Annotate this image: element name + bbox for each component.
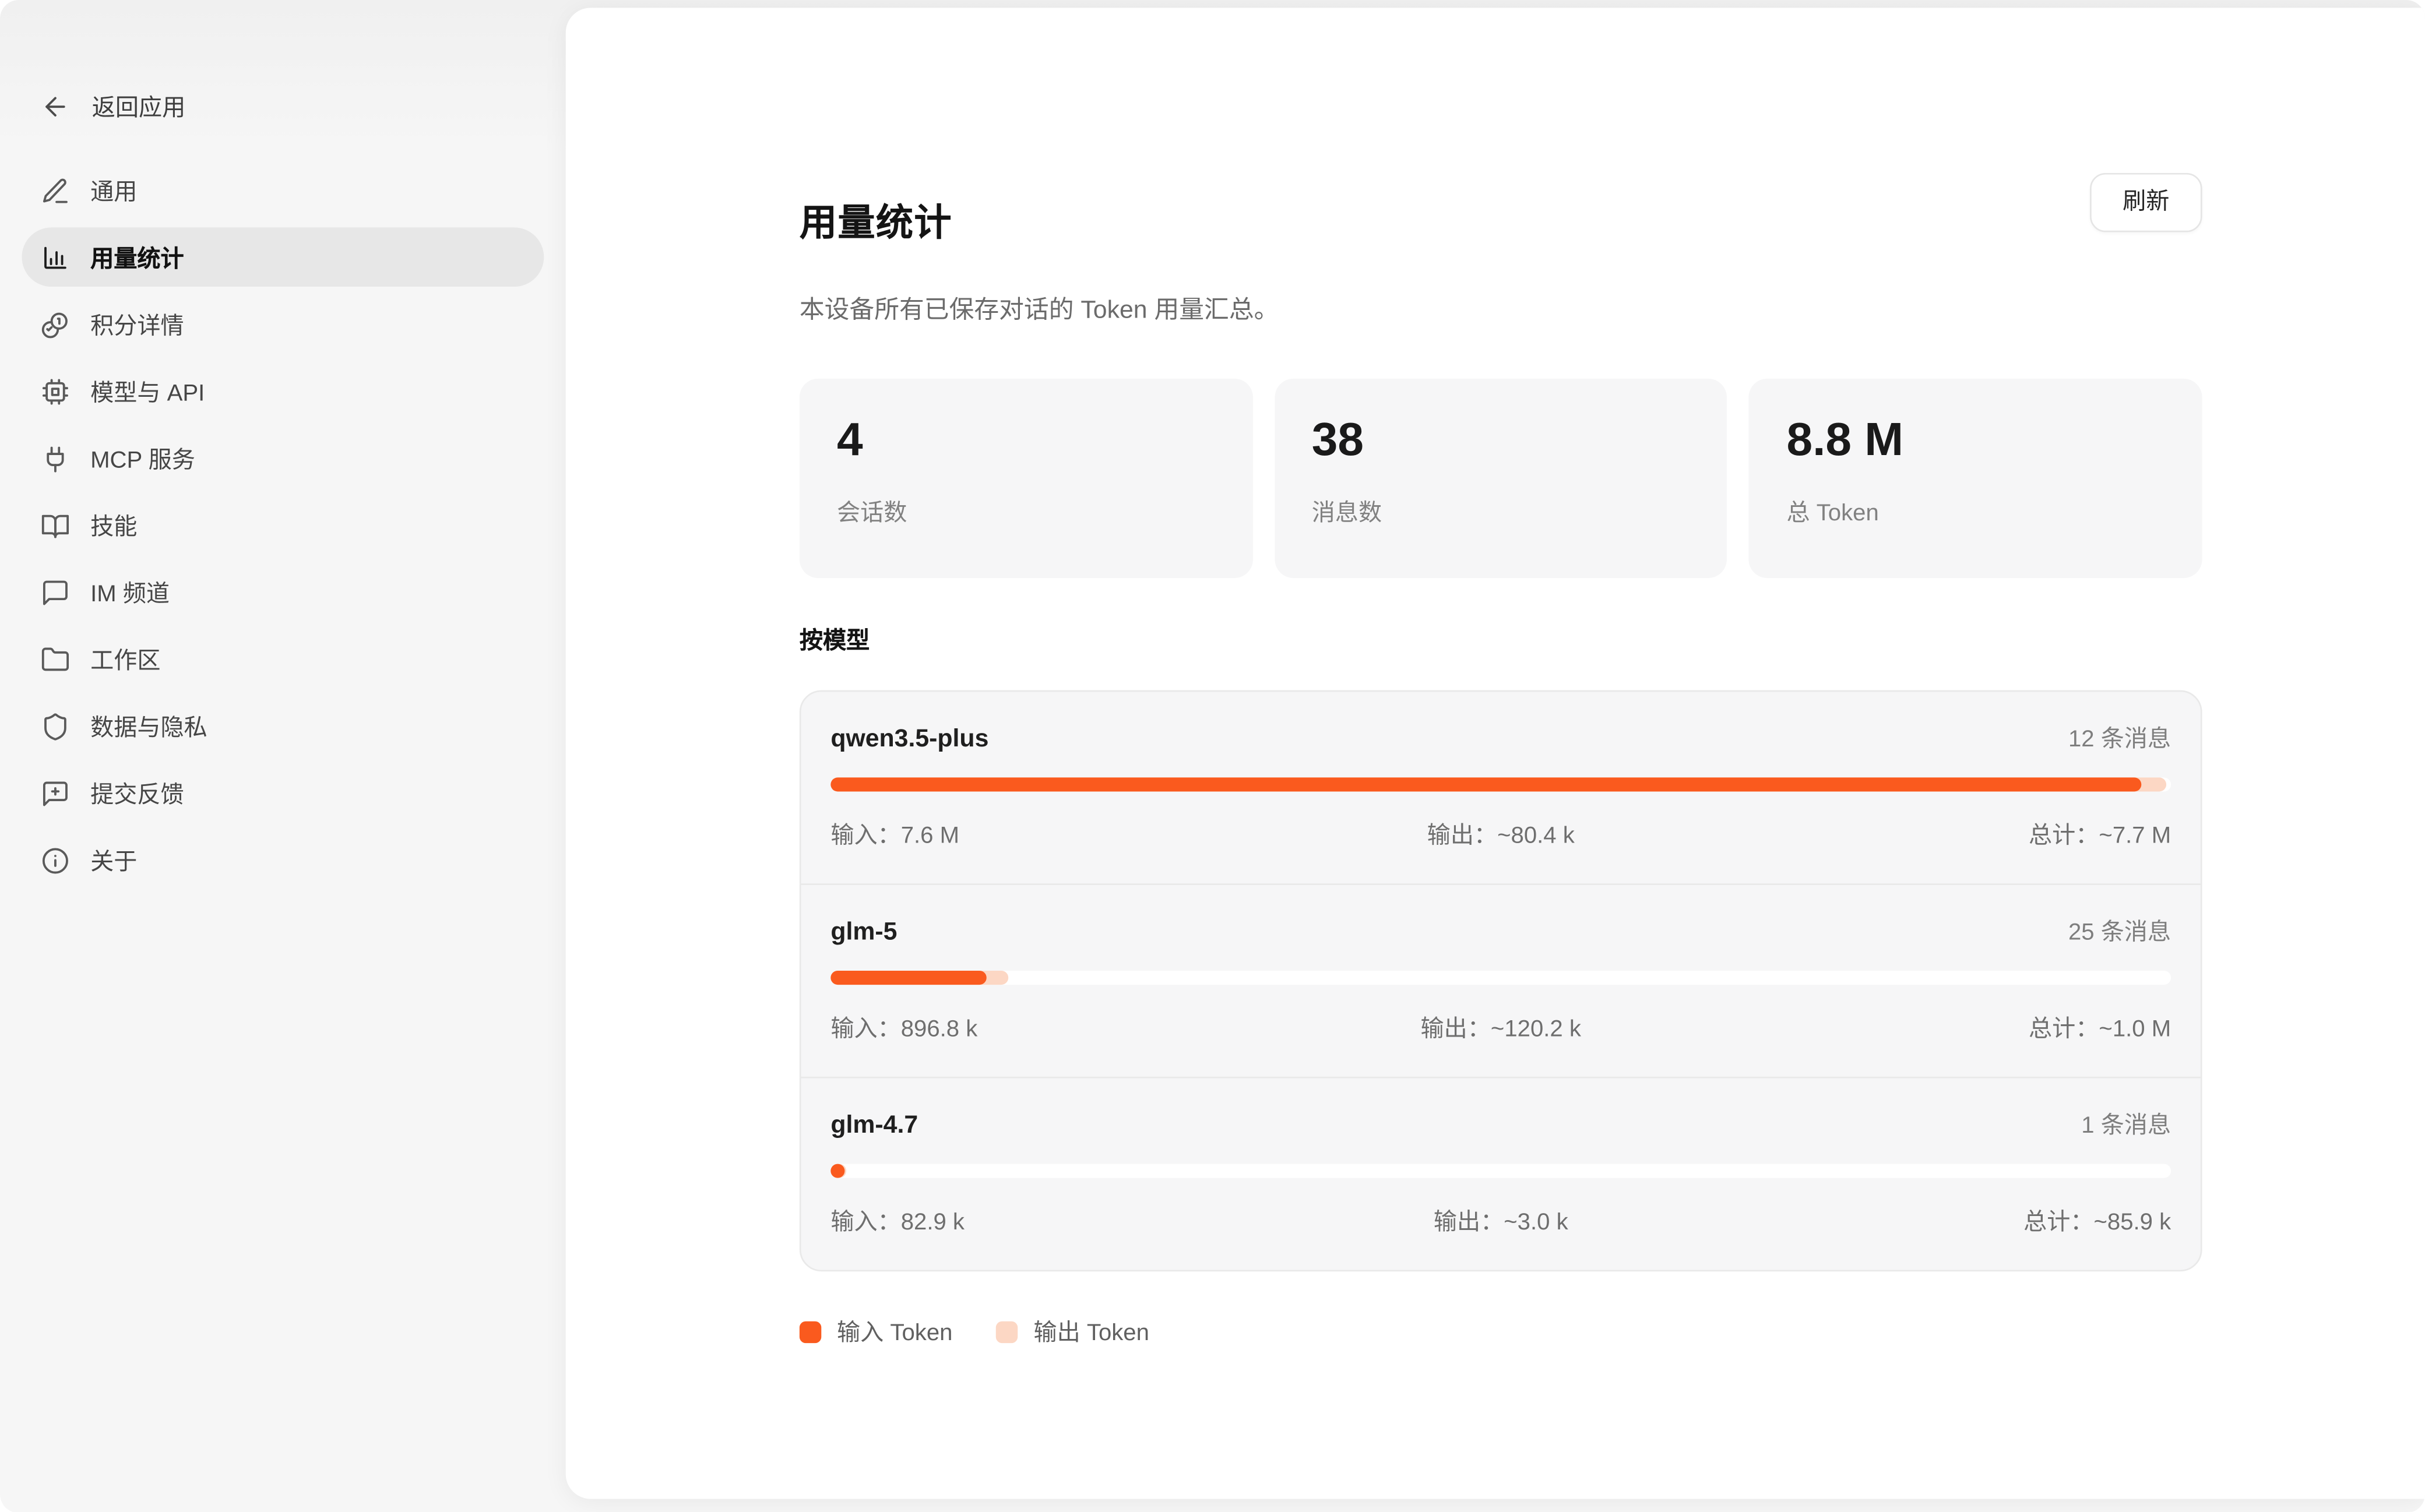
message-icon [41, 577, 71, 607]
by-model-section-label: 按模型 [800, 623, 2202, 656]
usage-content: 用量统计 刷新 本设备所有已保存对话的 Token 用量汇总。 4 会话数 38… [800, 8, 2202, 1348]
sidebar-item-label: 关于 [90, 844, 137, 876]
token-usage-bar [830, 778, 2171, 792]
legend-swatch [800, 1321, 821, 1342]
total-stat: 总计：~1.0 M [1724, 1011, 2171, 1044]
sidebar-item-mcp[interactable]: MCP 服务 [22, 428, 544, 488]
sidebar-item-privacy[interactable]: 数据与隐私 [22, 696, 544, 756]
model-message-count: 25 条消息 [2068, 915, 2171, 947]
stat-card: 38 消息数 [1275, 379, 1727, 578]
model-row: qwen3.5-plus 12 条消息 输入：7.6 M 输出：~80.4 k … [801, 692, 2201, 884]
output-stat: 输出：~120.2 k [1277, 1011, 1724, 1044]
model-name: qwen3.5-plus [830, 727, 988, 755]
book-open-icon [41, 510, 71, 540]
sidebar: 返回应用 通用 用量统计 积分详情 模型与 API MCP 服务 技能 IM 频… [0, 0, 566, 1512]
coins-icon [41, 309, 71, 339]
feedback-icon [41, 778, 71, 808]
sidebar-nav: 通用 用量统计 积分详情 模型与 API MCP 服务 技能 IM 频道 工作区… [22, 160, 544, 890]
refresh-button[interactable]: 刷新 [2090, 173, 2202, 232]
stat-card: 4 会话数 [800, 379, 1252, 578]
sidebar-item-models[interactable]: 模型与 API [22, 361, 544, 421]
legend-label: 输入 Token [837, 1315, 952, 1348]
output-stat: 输出：~80.4 k [1277, 818, 1724, 851]
legend-item: 输出 Token [996, 1315, 1149, 1348]
stat-label: 消息数 [1312, 496, 1690, 528]
token-usage-bar [830, 971, 2171, 985]
model-message-count: 1 条消息 [2081, 1108, 2171, 1141]
total-stat: 总计：~85.9 k [1724, 1205, 2171, 1238]
output-stat: 输出：~3.0 k [1277, 1205, 1724, 1238]
sidebar-item-skills[interactable]: 技能 [22, 495, 544, 555]
model-usage-card: qwen3.5-plus 12 条消息 输入：7.6 M 输出：~80.4 k … [800, 690, 2202, 1271]
arrow-left-icon [41, 92, 71, 122]
settings-window: 返回应用 通用 用量统计 积分详情 模型与 API MCP 服务 技能 IM 频… [0, 0, 2425, 1512]
sidebar-item-label: 用量统计 [90, 241, 184, 273]
sidebar-item-label: 技能 [90, 509, 137, 541]
info-icon [41, 845, 71, 875]
stat-value: 38 [1312, 415, 1690, 468]
legend-label: 输出 Token [1034, 1315, 1149, 1348]
total-stat: 总计：~7.7 M [1724, 818, 2171, 851]
sidebar-item-label: 通用 [90, 174, 137, 206]
sidebar-item-label: 积分详情 [90, 308, 184, 340]
stat-value: 4 [837, 415, 1215, 468]
input-token-segment [830, 778, 2141, 792]
legend: 输入 Token 输出 Token [800, 1315, 2202, 1348]
sidebar-item-im[interactable]: IM 频道 [22, 562, 544, 622]
sidebar-item-feedback[interactable]: 提交反馈 [22, 763, 544, 823]
legend-swatch [996, 1321, 1018, 1342]
page-title: 用量统计 [800, 198, 952, 251]
model-row: glm-5 25 条消息 输入：896.8 k 输出：~120.2 k 总计：~… [801, 884, 2201, 1077]
model-row: glm-4.7 1 条消息 输入：82.9 k 输出：~3.0 k 总计：~85… [801, 1077, 2201, 1270]
stat-label: 会话数 [837, 496, 1215, 528]
token-usage-bar [830, 1164, 2171, 1178]
legend-item: 输入 Token [800, 1315, 953, 1348]
sidebar-item-label: 提交反馈 [90, 777, 184, 809]
page-header: 用量统计 刷新 [800, 173, 2202, 276]
sidebar-item-label: IM 频道 [90, 576, 170, 608]
sidebar-item-label: MCP 服务 [90, 442, 195, 474]
stat-card: 8.8 M 总 Token [1749, 379, 2202, 578]
folder-icon [41, 644, 71, 674]
sidebar-item-general[interactable]: 通用 [22, 160, 544, 220]
page-subtitle: 本设备所有已保存对话的 Token 用量汇总。 [800, 295, 2202, 329]
model-name: glm-5 [830, 919, 897, 947]
sidebar-item-usage[interactable]: 用量统计 [22, 227, 544, 287]
sidebar-item-label: 模型与 API [90, 375, 205, 407]
sidebar-item-workspace[interactable]: 工作区 [22, 629, 544, 689]
model-name: glm-4.7 [830, 1113, 918, 1141]
back-to-app-button[interactable]: 返回应用 [22, 90, 544, 123]
back-to-app-label: 返回应用 [92, 90, 185, 123]
sidebar-item-about[interactable]: 关于 [22, 830, 544, 890]
input-stat: 输入：896.8 k [830, 1011, 1277, 1044]
pencil-icon [41, 175, 71, 205]
model-message-count: 12 条消息 [2068, 722, 2171, 755]
stat-cards: 4 会话数 38 消息数 8.8 M 总 Token [800, 379, 2202, 578]
input-token-segment [830, 971, 986, 985]
shield-icon [41, 711, 71, 741]
cpu-icon [41, 376, 71, 406]
main-panel: 用量统计 刷新 本设备所有已保存对话的 Token 用量汇总。 4 会话数 38… [566, 8, 2425, 1498]
plug-icon [41, 443, 71, 473]
sidebar-item-credits[interactable]: 积分详情 [22, 294, 544, 354]
bar-chart-icon [41, 242, 71, 272]
stat-value: 8.8 M [1786, 415, 2164, 468]
sidebar-item-label: 数据与隐私 [90, 710, 207, 742]
sidebar-item-label: 工作区 [90, 643, 160, 675]
stat-label: 总 Token [1786, 496, 2164, 528]
input-stat: 输入：82.9 k [830, 1205, 1277, 1238]
input-stat: 输入：7.6 M [830, 818, 1277, 851]
